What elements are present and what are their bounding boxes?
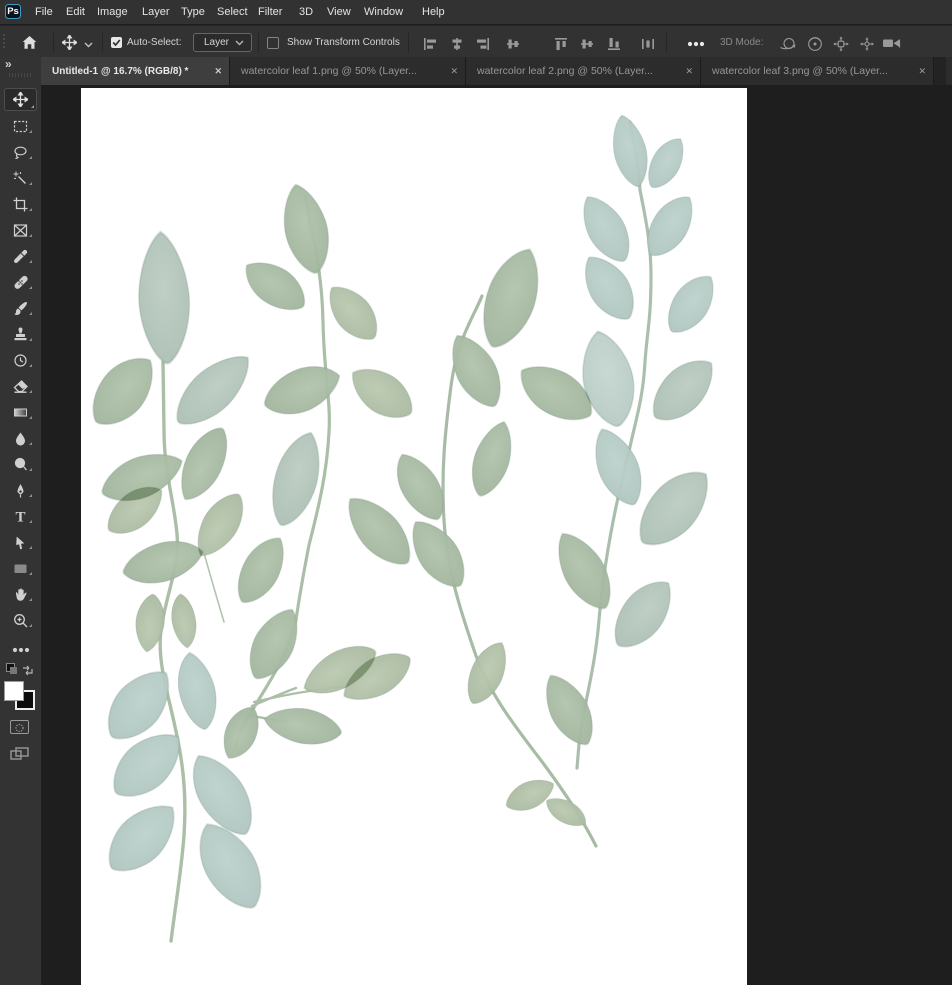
svg-text:T: T	[15, 510, 25, 525]
